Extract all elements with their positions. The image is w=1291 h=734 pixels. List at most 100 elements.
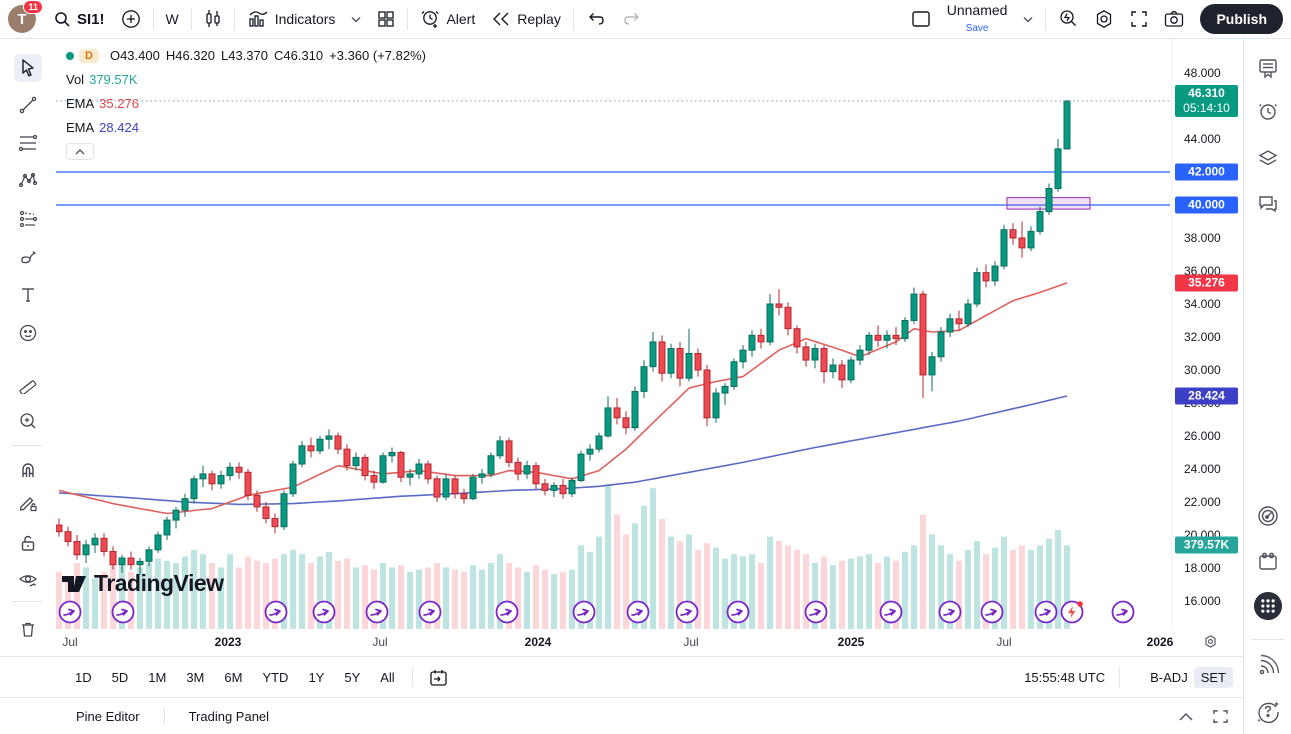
indicator-templates-button[interactable] — [343, 12, 369, 27]
save-label[interactable]: Save — [966, 24, 989, 35]
magnet-tool[interactable] — [14, 457, 42, 485]
contract-rollover-icon[interactable] — [881, 602, 902, 623]
axis-price-label[interactable]: 28.424 — [1175, 387, 1238, 404]
object-tree-button[interactable] — [1253, 143, 1283, 173]
contract-rollover-icon[interactable] — [982, 602, 1003, 623]
drawing-mode-tool[interactable] — [14, 489, 42, 517]
last-price-countdown-label[interactable]: 46.31005:14:10 — [1175, 85, 1238, 117]
publish-button[interactable]: Publish — [1200, 4, 1283, 34]
range-button-all[interactable]: All — [371, 666, 403, 689]
contract-rollover-icon[interactable] — [628, 602, 649, 623]
replay-button[interactable]: Replay — [483, 7, 569, 31]
undo-button[interactable] — [578, 7, 614, 31]
fullscreen-button[interactable] — [1122, 6, 1156, 32]
legend-volume-row[interactable]: Vol 379.57K — [66, 71, 432, 88]
contract-rollover-icon[interactable] — [940, 602, 961, 623]
range-button-6m[interactable]: 6M — [215, 666, 251, 689]
range-button-3m[interactable]: 3M — [177, 666, 213, 689]
trend-line-tool[interactable] — [14, 91, 42, 119]
more-apps-button[interactable] — [1253, 591, 1283, 621]
cursor-tool[interactable] — [14, 54, 42, 82]
indicators-button[interactable]: Indicators — [239, 5, 344, 33]
contract-rollover-icon[interactable] — [728, 602, 749, 623]
axis-settings-gear-icon[interactable] — [1203, 634, 1218, 649]
clock-utc[interactable]: 15:55:48 UTC — [1024, 670, 1105, 685]
remove-drawings-tool[interactable] — [14, 615, 42, 643]
range-button-1d[interactable]: 1D — [66, 666, 101, 689]
range-button-ytd[interactable]: YTD — [253, 666, 297, 689]
contract-rollover-icon[interactable] — [1113, 602, 1134, 623]
symbol-search-button[interactable]: SI1! — [46, 7, 113, 32]
time-axis[interactable]: Jul2023Jul2024Jul2025Jul2026 — [56, 629, 1240, 656]
help-button[interactable] — [1253, 697, 1283, 727]
emoji-tool[interactable] — [14, 319, 42, 347]
legend-ema2-row[interactable]: EMA 28.424 — [66, 119, 432, 136]
user-avatar[interactable]: T 11 — [8, 5, 36, 33]
contract-rollover-icon[interactable] — [314, 602, 335, 623]
axis-price-label[interactable]: 42.000 — [1175, 163, 1238, 180]
volume-bar — [767, 537, 773, 629]
layout-menu-button[interactable] — [1015, 12, 1041, 27]
panel-maximize-icon[interactable] — [1212, 709, 1229, 724]
fib-retracement-tool[interactable] — [14, 129, 42, 157]
forecast-tool[interactable] — [14, 205, 42, 233]
layout-name-button[interactable]: Unnamed Save — [939, 0, 1016, 39]
tradingview-watermark-text: TradingView — [94, 570, 224, 597]
alerts-panel-button[interactable] — [1253, 97, 1283, 127]
panel-expand-chevron-icon[interactable] — [1178, 712, 1194, 721]
lock-drawings-tool[interactable] — [14, 529, 42, 557]
compare-add-symbol-button[interactable] — [113, 5, 149, 33]
contract-rollover-icon[interactable] — [420, 602, 441, 623]
alert-button[interactable]: Alert — [412, 5, 483, 33]
text-tool[interactable] — [14, 281, 42, 309]
contract-rollover-icon[interactable] — [1036, 602, 1057, 623]
price-axis[interactable]: 48.00046.00044.00042.00040.00038.00036.0… — [1171, 39, 1240, 629]
range-button-1m[interactable]: 1M — [139, 666, 175, 689]
brush-tool[interactable] — [14, 243, 42, 271]
redo-button[interactable] — [614, 7, 650, 31]
contract-rollover-icon[interactable] — [574, 602, 595, 623]
pattern-tool[interactable] — [14, 166, 42, 194]
go-to-date-button[interactable] — [421, 664, 456, 691]
streams-button[interactable] — [1253, 651, 1283, 681]
axis-price-label[interactable]: 379.57K — [1175, 537, 1238, 554]
axis-price-label[interactable]: 35.276 — [1175, 274, 1238, 291]
contract-rollover-icon[interactable] — [60, 602, 81, 623]
session-toggle[interactable]: SET — [1194, 667, 1233, 688]
legend-ema1-row[interactable]: EMA 35.276 — [66, 95, 432, 112]
range-button-5y[interactable]: 5Y — [335, 666, 369, 689]
layout-select-button[interactable] — [903, 6, 939, 32]
pine-editor-button[interactable]: Pine Editor — [66, 704, 150, 729]
chart-pane[interactable]: D O43.400H46.320L43.370C46.310+3.360 (+7… — [56, 39, 1170, 629]
range-button-5d[interactable]: 5D — [103, 666, 138, 689]
event-marker-icon[interactable] — [1062, 601, 1083, 622]
contract-rollover-icon[interactable] — [806, 602, 827, 623]
chart-style-button[interactable] — [196, 5, 230, 33]
contract-rollover-icon[interactable] — [677, 602, 698, 623]
legend-collapse-button[interactable] — [66, 143, 94, 160]
chat-button[interactable] — [1253, 189, 1283, 219]
trading-panel-button[interactable]: Trading Panel — [179, 704, 279, 729]
contract-rollover-icon[interactable] — [266, 602, 287, 623]
tradingview-watermark[interactable]: TradingView — [62, 570, 224, 597]
hide-drawings-tool[interactable] — [14, 566, 42, 594]
measure-tool[interactable] — [14, 370, 42, 398]
contract-rollover-icon[interactable] — [113, 602, 134, 623]
watchlist-button[interactable] — [1253, 53, 1283, 83]
snapshot-button[interactable] — [1156, 6, 1192, 32]
contract-rollover-icon[interactable] — [367, 602, 388, 623]
contract-rollover-icon[interactable] — [497, 602, 518, 623]
interval-button[interactable]: W — [158, 7, 187, 31]
settings-button[interactable] — [1086, 5, 1122, 33]
legend-main-row[interactable]: D O43.400H46.320L43.370C46.310+3.360 (+7… — [66, 47, 432, 64]
quick-search-button[interactable] — [1050, 5, 1086, 33]
axis-price-label[interactable]: 40.000 — [1175, 196, 1238, 213]
adjustment-toggle[interactable]: B-ADJ — [1144, 667, 1194, 688]
grid-templates-button[interactable] — [369, 6, 403, 32]
interval-badge[interactable]: D — [79, 49, 99, 63]
screener-button[interactable] — [1253, 501, 1283, 531]
zoom-in-tool[interactable] — [14, 407, 42, 435]
volume-bar — [362, 565, 368, 629]
calendar-button[interactable] — [1253, 547, 1283, 577]
range-button-1y[interactable]: 1Y — [299, 666, 333, 689]
